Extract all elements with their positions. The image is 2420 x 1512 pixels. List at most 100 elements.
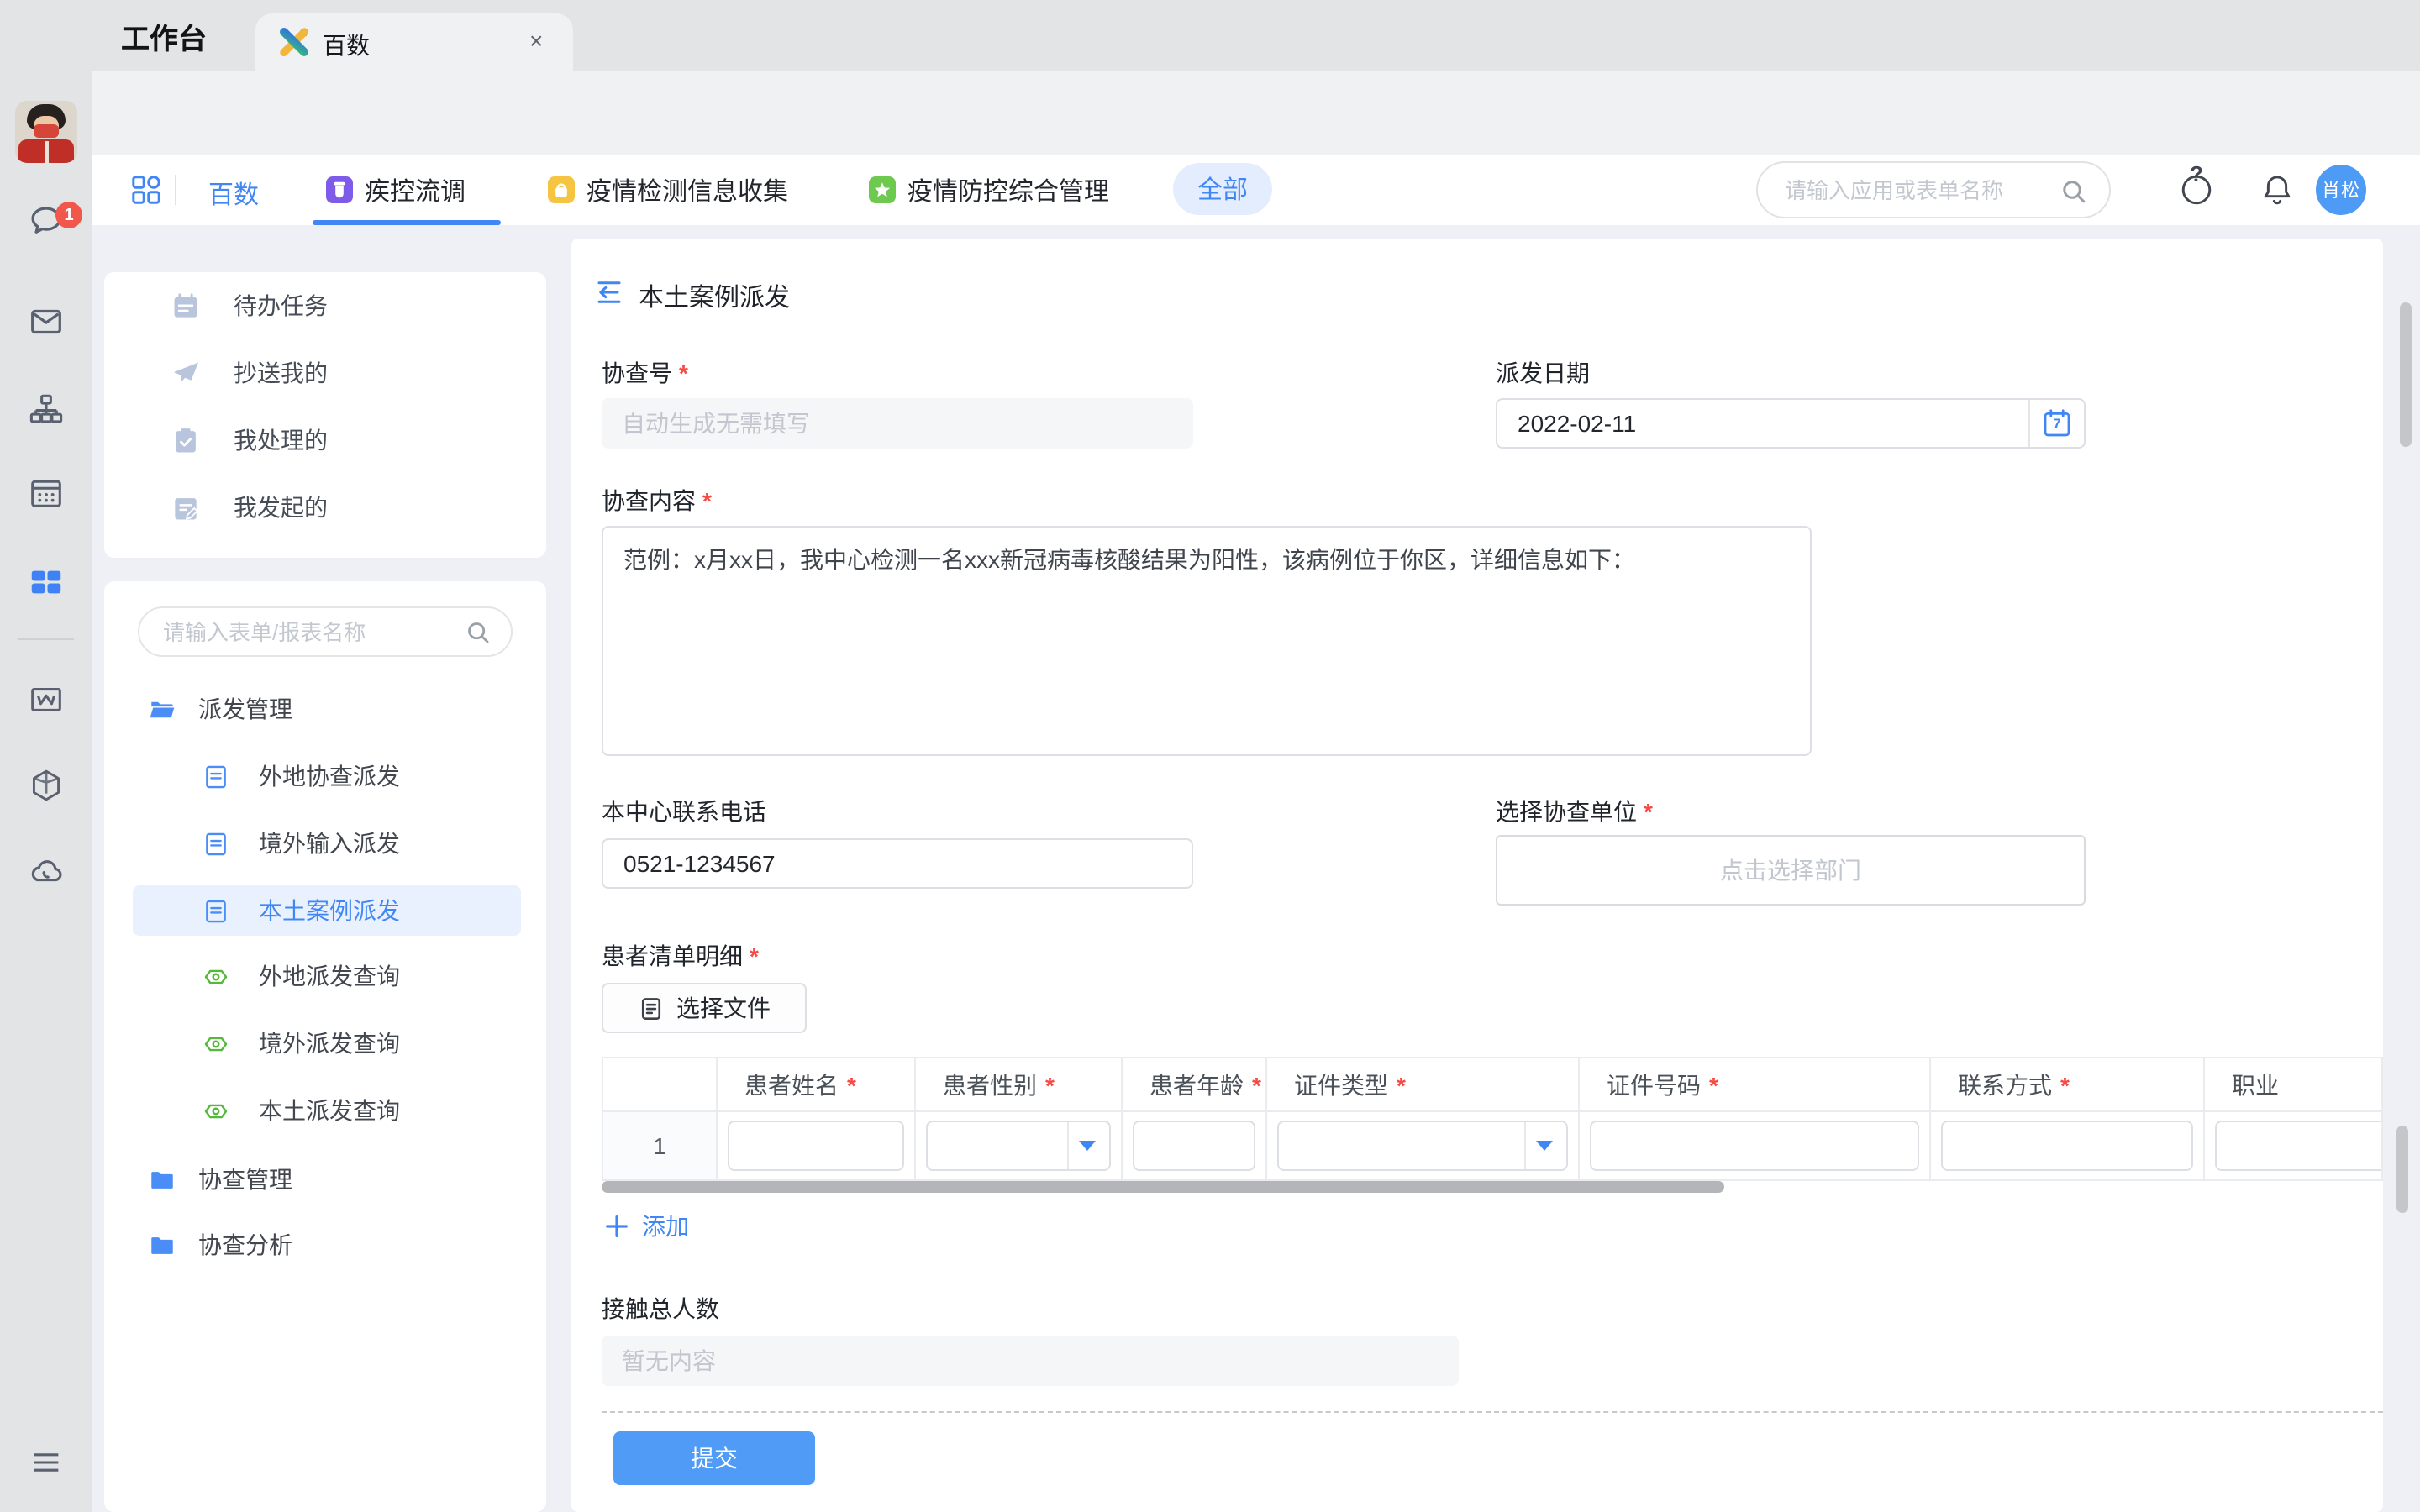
dropdown-divider (1524, 1122, 1526, 1169)
calendar-picker-icon[interactable]: 7 (2042, 408, 2072, 438)
tree-item-bentu-anli-paifa-selected[interactable]: 本土案例派发 (104, 885, 546, 936)
cell-contact (1931, 1112, 2205, 1179)
app-search-input[interactable] (1785, 163, 2054, 217)
form-search-input[interactable] (163, 608, 449, 655)
field-label-dispatch-date: 派发日期 (1496, 356, 1590, 390)
app-tab-baishu[interactable]: 百数 × (255, 13, 573, 71)
cell-patient-gender (916, 1112, 1123, 1179)
contact-input-box (1941, 1121, 2193, 1171)
required-mark: * (679, 360, 688, 386)
tree-item-label: 境外派发查询 (259, 1026, 400, 1060)
footer-divider (602, 1411, 2383, 1413)
nav-tab-epidemic-management[interactable]: 疫情防控综合管理 (869, 155, 1109, 225)
page-vertical-scrollbar[interactable] (2400, 302, 2412, 447)
search-icon[interactable] (466, 620, 491, 645)
patient-age-input[interactable] (1134, 1122, 1254, 1169)
add-row-link[interactable]: 添加 (605, 1210, 689, 1243)
tree-item-waidi-xiecha-paifa[interactable]: 外地协查派发 (104, 751, 546, 801)
workspace-title: 工作台 (121, 15, 207, 57)
cell-id-number (1580, 1112, 1931, 1179)
total-contacts-input[interactable] (602, 1336, 1459, 1386)
window-tab-strip: 工作台 百数 × (92, 0, 2420, 71)
tree-item-bentu-paifa-chaxun[interactable]: 本土派发查询 (104, 1085, 546, 1136)
menu-item-label: 我处理的 (234, 423, 328, 457)
mail-icon[interactable] (27, 302, 66, 341)
cloud-call-icon[interactable] (27, 853, 66, 892)
menu-item-cc-to-me[interactable]: 抄送我的 (104, 339, 546, 407)
tree-item-jingwai-shuru-paifa[interactable]: 境外输入派发 (104, 818, 546, 869)
content-area: 待办任务 抄送我的 我处理的 我发起的 派发管理 (92, 225, 2420, 1512)
tree-item-label: 外地派发查询 (259, 959, 400, 993)
tree-folder-xiecha-analysis[interactable]: 协查分析 (104, 1220, 546, 1270)
apps-grid-icon[interactable] (131, 175, 161, 205)
all-apps-pill[interactable]: 全部 (1173, 163, 1272, 215)
patient-name-input[interactable] (729, 1122, 902, 1169)
field-label-total-contacts: 接触总人数 (602, 1292, 719, 1326)
id-type-select (1277, 1121, 1568, 1171)
row-number-header (603, 1058, 718, 1110)
occupation-input-box (2215, 1121, 2383, 1171)
choose-file-button[interactable]: 选择文件 (602, 983, 807, 1033)
col-header-contact: 联系方式* (1931, 1058, 2205, 1110)
tree-item-waidi-paifa-chaxun[interactable]: 外地派发查询 (104, 951, 546, 1001)
menu-item-initiated-by-me[interactable]: 我发起的 (104, 474, 546, 541)
tree-folder-dispatch-management[interactable]: 派发管理 (104, 684, 546, 734)
panel-vertical-scrollbar[interactable] (2396, 1126, 2408, 1213)
tab-close-icon[interactable]: × (529, 27, 543, 54)
coop-unit-picker[interactable]: 点击选择部门 (1496, 835, 2086, 906)
contact-input[interactable] (1943, 1122, 2191, 1169)
field-label-patient-list: 患者清单明细* (602, 939, 759, 973)
patient-table: 患者姓名* 患者性别* 患者年龄* 证件类型* 证件号码* 联系方式* 职业 1 (602, 1057, 2383, 1181)
menu-item-todo-tasks[interactable]: 待办任务 (104, 272, 546, 339)
investigation-no-input[interactable] (602, 398, 1193, 449)
user-avatar[interactable] (15, 101, 77, 163)
dropdown-arrow-icon[interactable] (1536, 1141, 1553, 1151)
table-horizontal-scrollbar[interactable] (602, 1181, 1724, 1193)
menu-item-handled-by-me[interactable]: 我处理的 (104, 407, 546, 474)
content-textarea[interactable]: 范例：x月xx日，我中心检测一名xxx新冠病毒核酸结果为阳性，该病例位于你区，详… (603, 528, 1810, 754)
patient-table-row: 1 (603, 1112, 2383, 1179)
docs-w-icon[interactable] (27, 680, 66, 719)
notification-bell-icon[interactable] (2259, 171, 2296, 208)
row-number-cell: 1 (603, 1112, 718, 1179)
dispatch-date-field: 7 (1496, 398, 2086, 449)
file-doc-icon (638, 995, 663, 1021)
dock-menu-icon[interactable] (27, 1443, 66, 1482)
help-icon[interactable]: ? (2178, 171, 2215, 208)
app-box-icon[interactable] (27, 766, 66, 805)
app-search-box (1756, 161, 2111, 218)
col-header-id-type: 证件类型* (1267, 1058, 1580, 1110)
tree-folder-label: 协查分析 (198, 1228, 292, 1262)
col-header-occupation: 职业 (2205, 1058, 2383, 1110)
menu-item-label: 待办任务 (234, 289, 328, 323)
org-chart-icon[interactable] (27, 390, 66, 428)
occupation-input[interactable] (2217, 1122, 2383, 1169)
id-type-input[interactable] (1279, 1122, 1566, 1169)
dispatch-date-input[interactable] (1497, 400, 2084, 447)
submit-button[interactable]: 提交 (613, 1431, 815, 1485)
col-header-patient-age: 患者年龄* (1123, 1058, 1267, 1110)
cell-occupation (2205, 1112, 2383, 1179)
dropdown-arrow-icon[interactable] (1079, 1141, 1096, 1151)
nav-tab-epidemic-detection[interactable]: 疫情检测信息收集 (548, 155, 788, 225)
app-dock: 1 (0, 0, 92, 1512)
calendar-icon[interactable] (27, 474, 66, 512)
tree-item-label: 本土案例派发 (259, 894, 400, 927)
choose-file-label: 选择文件 (676, 991, 771, 1025)
tree-item-jingwai-paifa-chaxun[interactable]: 境外派发查询 (104, 1018, 546, 1068)
nav-home-baishu[interactable]: 百数 (208, 176, 259, 212)
tree-item-label: 外地协查派发 (259, 759, 400, 793)
cell-id-type (1267, 1112, 1580, 1179)
app-nav-bar: 百数 疾控流调 疫情检测信息收集 疫情防控综合管理 全部 (92, 155, 2420, 225)
center-phone-input[interactable] (603, 840, 1192, 887)
workbench-grid-icon[interactable] (27, 563, 66, 601)
form-doc-icon (202, 829, 230, 858)
user-initials-avatar[interactable]: 肖松 (2316, 165, 2366, 215)
search-icon[interactable] (2060, 178, 2087, 205)
collapse-panel-icon[interactable] (597, 279, 623, 306)
tree-folder-label: 协查管理 (198, 1163, 292, 1196)
id-number-input[interactable] (1591, 1122, 1918, 1169)
nav-tab-disease-control[interactable]: 疾控流调 (326, 155, 466, 225)
tree-folder-xiecha-management[interactable]: 协查管理 (104, 1154, 546, 1205)
cell-patient-age (1123, 1112, 1267, 1179)
